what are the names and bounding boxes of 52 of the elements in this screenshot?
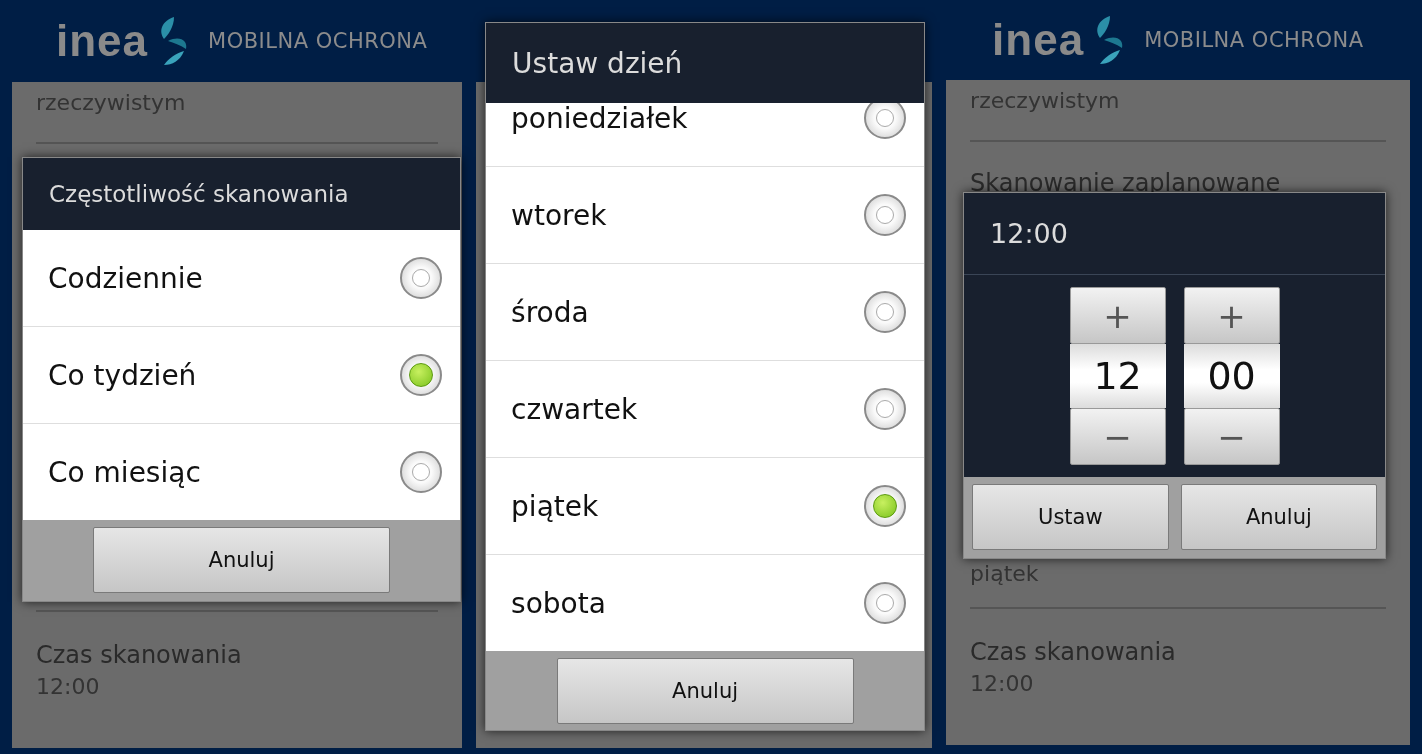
setting-summary: rzeczywistym: [970, 87, 1121, 115]
brand-logo-text: inea: [56, 19, 149, 63]
time-value-field[interactable]: 12: [1069, 344, 1166, 408]
decrement-button[interactable]: −: [1183, 408, 1280, 465]
dialog-title: 12:00: [990, 218, 1068, 249]
app-title: MOBILNA OCHRONA: [208, 29, 428, 53]
increment-button[interactable]: +: [1183, 287, 1280, 344]
dialog-button[interactable]: Ustaw: [972, 484, 1169, 550]
option-row[interactable]: Codziennie: [23, 230, 460, 327]
option-label: środa: [511, 295, 589, 329]
option-row[interactable]: sobota: [486, 555, 925, 651]
setting-summary: 12:00: [36, 673, 101, 701]
setting-title: Czas skanowania: [36, 640, 243, 671]
option-row[interactable]: Co tydzień: [23, 327, 460, 424]
setting-summary: 12:00: [970, 670, 1035, 698]
radio-button[interactable]: [864, 582, 907, 624]
option-label: wtorek: [511, 198, 607, 232]
radio-button[interactable]: [400, 257, 442, 299]
brand-logo-text: inea: [992, 18, 1085, 62]
option-label: sobota: [511, 586, 606, 620]
radio-button[interactable]: [864, 194, 907, 236]
option-label: Co miesiąc: [48, 455, 201, 489]
radio-button[interactable]: [864, 291, 907, 333]
option-label: piątek: [511, 489, 599, 523]
setting-summary: piątek: [970, 560, 1040, 588]
radio-button[interactable]: [400, 354, 442, 396]
increment-button[interactable]: +: [1069, 287, 1166, 344]
option-row[interactable]: piątek: [486, 458, 925, 555]
option-row[interactable]: środa: [486, 264, 925, 361]
option-label: Codziennie: [48, 261, 203, 295]
setting-title: Czas skanowania: [970, 637, 1177, 668]
radio-button[interactable]: [400, 451, 442, 493]
option-label: poniedziałek: [511, 103, 688, 135]
option-row[interactable]: czwartek: [486, 361, 925, 458]
option-row[interactable]: wtorek: [486, 167, 925, 264]
dialog-button[interactable]: Anuluj: [556, 658, 854, 724]
option-label: czwartek: [511, 392, 638, 426]
option-row[interactable]: poniedziałek: [486, 103, 925, 167]
radio-button[interactable]: [864, 485, 907, 527]
option-label: Co tydzień: [48, 358, 197, 392]
setting-summary: rzeczywistym: [36, 89, 187, 117]
dialog-title: Ustaw dzień: [512, 46, 683, 80]
app-title: MOBILNA OCHRONA: [1144, 28, 1364, 52]
time-value-field[interactable]: 00: [1183, 344, 1280, 408]
radio-button[interactable]: [864, 103, 907, 139]
radio-button[interactable]: [864, 388, 907, 430]
decrement-button[interactable]: −: [1069, 408, 1166, 465]
setting-title: Skanowanie zaplanowane: [970, 168, 1282, 199]
dialog-title: Częstotliwość skanowania: [49, 181, 349, 207]
option-row[interactable]: Co miesiąc: [23, 424, 460, 520]
dialog-button[interactable]: Anuluj: [93, 527, 390, 593]
dialog-button[interactable]: Anuluj: [1180, 484, 1378, 550]
